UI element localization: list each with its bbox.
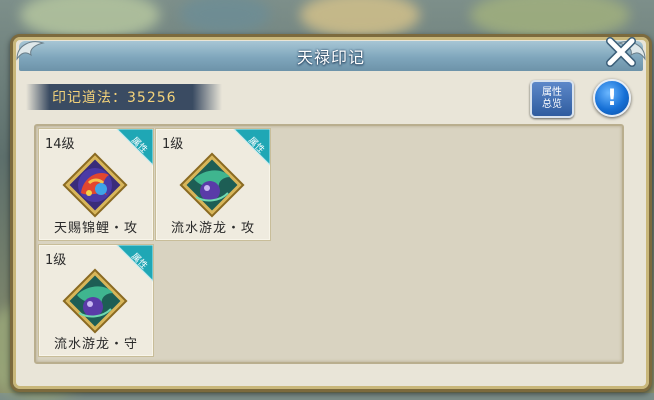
attribute-overview-button[interactable]: 属性 总览 bbox=[530, 80, 574, 118]
koi-fish-icon bbox=[59, 149, 131, 221]
close-icon bbox=[606, 37, 636, 67]
mark-points-bar: 印记道法：35256 bbox=[26, 84, 222, 110]
window-title: 天禄印记 bbox=[296, 48, 365, 67]
green-dragon-icon bbox=[59, 265, 131, 337]
corner-ornament-left bbox=[16, 41, 45, 61]
close-button[interactable] bbox=[603, 34, 639, 70]
mark-name: 天赐锦鲤・攻 bbox=[53, 221, 138, 236]
mark-card[interactable]: 1级 属性 流水游龙・攻 bbox=[155, 128, 271, 241]
mark-name: 流水游龙・守 bbox=[53, 337, 138, 352]
mark-card[interactable]: 1级 属性 流水游龙・守 bbox=[38, 244, 154, 357]
green-dragon-icon bbox=[176, 149, 248, 221]
mark-grid: 14级 属性 天赐锦鲤・攻 1级 属性 流水游龙・攻 1级 属性 流水游龙・守 bbox=[34, 124, 624, 364]
mark-points-label: 印记道法：35256 bbox=[52, 90, 177, 106]
info-icon: ! bbox=[606, 85, 618, 111]
title-bar: 天禄印记 bbox=[16, 41, 646, 71]
mark-name: 流水游龙・攻 bbox=[170, 221, 255, 236]
mark-card[interactable]: 14级 属性 天赐锦鲤・攻 bbox=[38, 128, 154, 241]
overview-label-line1: 属性 bbox=[542, 87, 562, 98]
overview-label-line2: 总览 bbox=[542, 99, 562, 110]
info-button[interactable]: ! bbox=[593, 79, 631, 117]
